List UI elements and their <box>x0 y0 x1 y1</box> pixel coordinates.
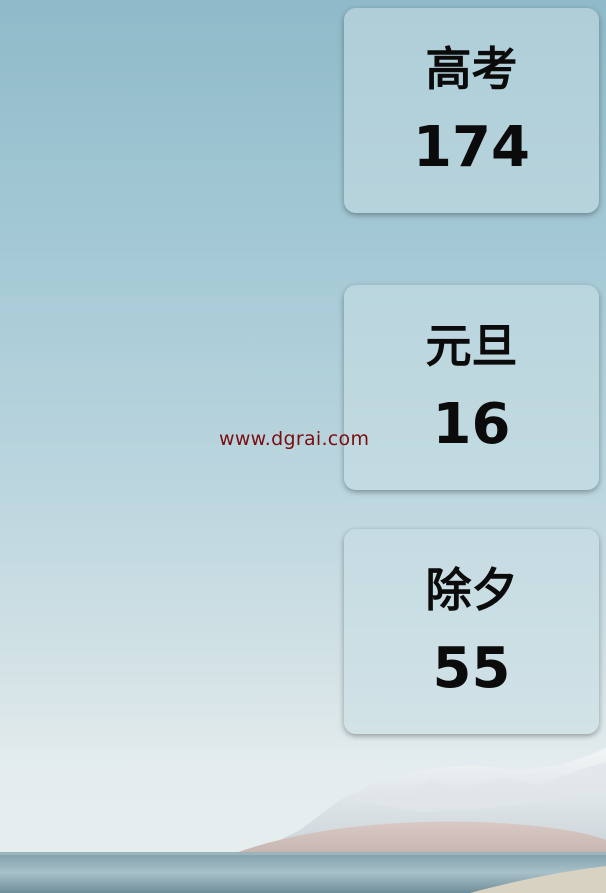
countdown-days: 174 <box>413 115 530 180</box>
countdown-card-gaokao[interactable]: 高考 174 <box>344 8 599 213</box>
countdown-title: 除夕 <box>425 563 518 617</box>
countdown-card-new-year[interactable]: 元旦 16 <box>344 285 599 490</box>
countdown-card-new-years-eve[interactable]: 除夕 55 <box>344 529 599 734</box>
countdown-title: 元旦 <box>425 319 518 373</box>
countdown-days: 16 <box>432 392 511 457</box>
countdown-title: 高考 <box>425 42 518 96</box>
countdown-days: 55 <box>432 636 511 701</box>
watermark-text: www.dgrai.com <box>219 428 370 450</box>
